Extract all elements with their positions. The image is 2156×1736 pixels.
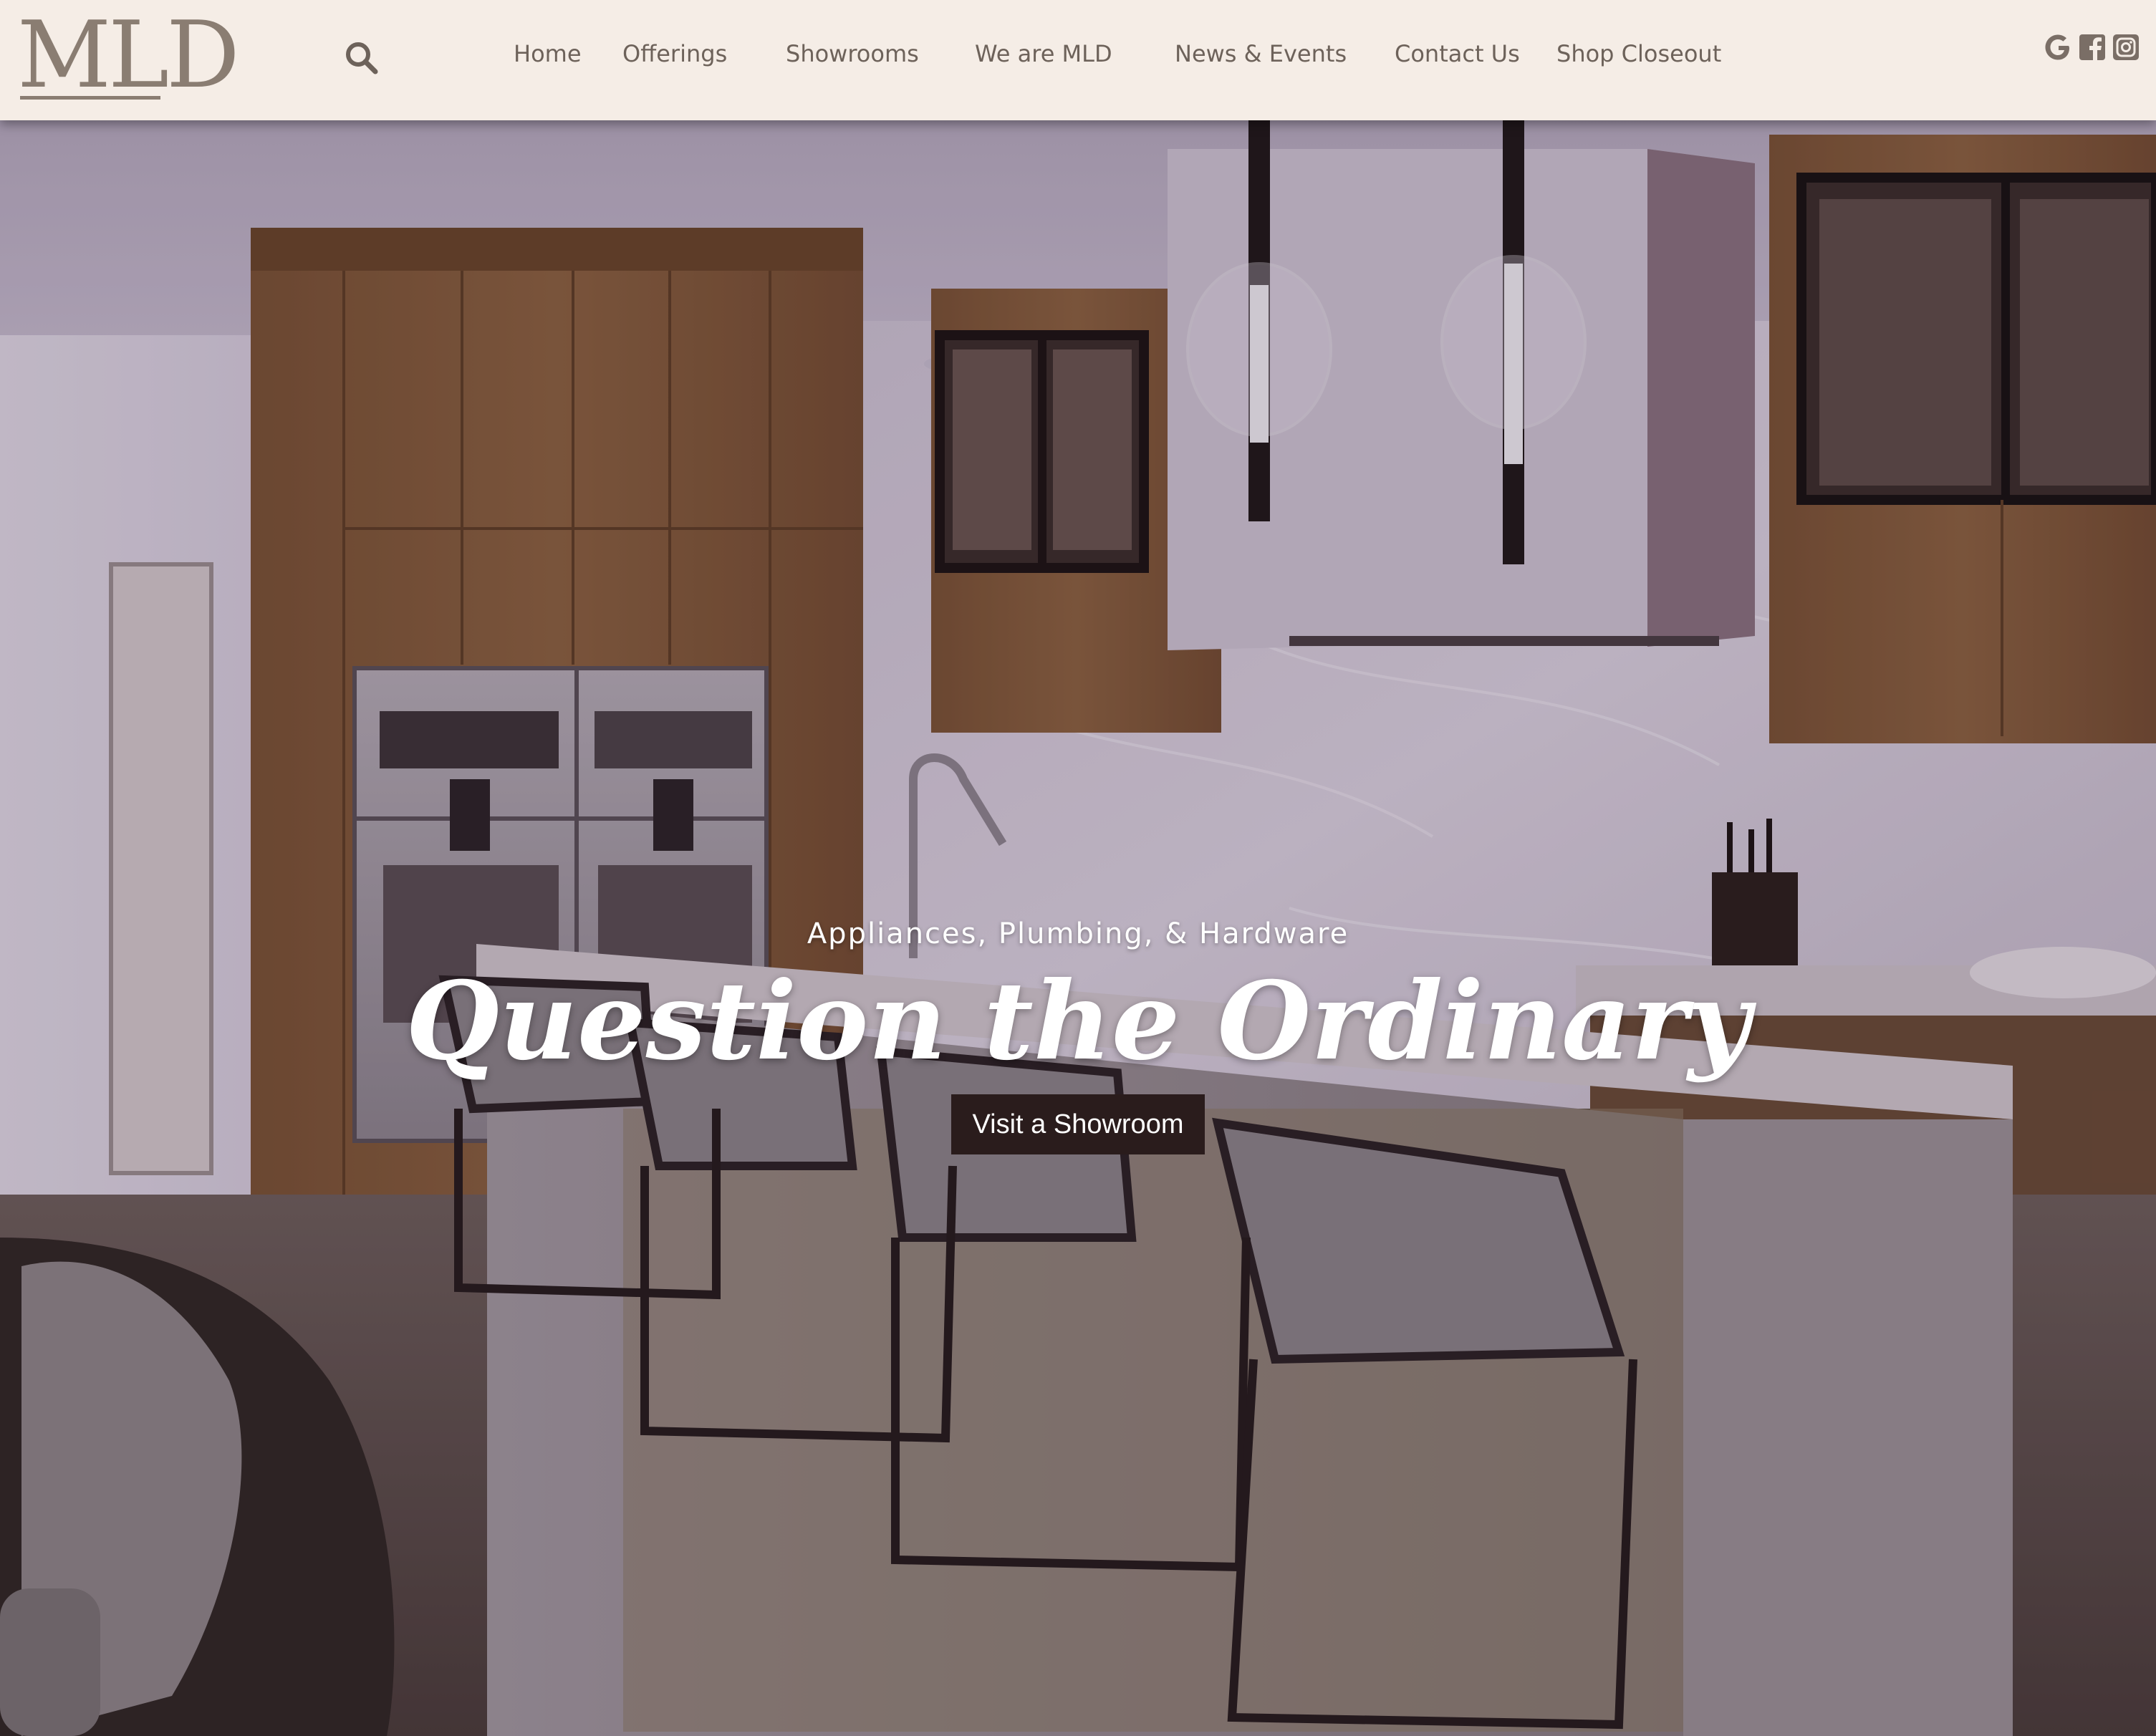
instagram-icon <box>2113 34 2139 60</box>
logo-underline <box>20 96 160 100</box>
search-button[interactable] <box>342 39 382 79</box>
facebook-link[interactable] <box>2077 32 2107 63</box>
google-link[interactable] <box>2043 32 2073 63</box>
hero-content: Appliances, Plumbing, & Hardware Questio… <box>0 914 2156 1154</box>
page: MLD Home Offerings Showrooms We are MLD … <box>0 0 2156 1736</box>
hero-subtitle: Appliances, Plumbing, & Hardware <box>807 917 1349 950</box>
visit-showroom-button[interactable]: Visit a Showroom <box>951 1094 1205 1154</box>
logo-text: MLD <box>17 2 240 109</box>
search-icon <box>346 42 378 74</box>
facebook-icon <box>2079 34 2105 60</box>
nav-we-are-mld[interactable]: We are MLD <box>975 36 1112 72</box>
nav-offerings[interactable]: Offerings <box>622 36 727 72</box>
nav-news-events[interactable]: News & Events <box>1175 36 1347 72</box>
instagram-link[interactable] <box>2111 32 2141 63</box>
logo[interactable]: MLD <box>17 2 240 109</box>
nav-home[interactable]: Home <box>514 36 582 72</box>
nav-shop-closeout[interactable]: Shop Closeout <box>1556 36 1721 72</box>
google-icon <box>2045 34 2069 60</box>
hero-headline: Question the Ordinary <box>405 958 1751 1084</box>
hero-section: Appliances, Plumbing, & Hardware Questio… <box>0 120 2156 1736</box>
nav-showrooms[interactable]: Showrooms <box>786 36 919 72</box>
site-header: MLD Home Offerings Showrooms We are MLD … <box>0 0 2156 120</box>
nav-contact-us[interactable]: Contact Us <box>1395 36 1520 72</box>
